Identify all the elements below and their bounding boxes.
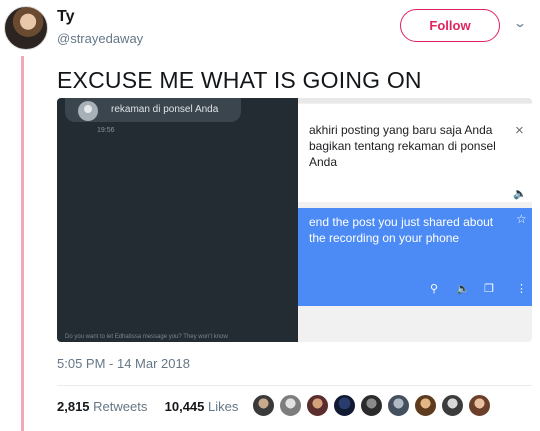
chat-footer-text: Do you want to let Edhatissa message you…	[65, 334, 228, 340]
retweets-label[interactable]: Retweets	[93, 399, 147, 414]
speaker-icon: 🔈	[456, 283, 470, 295]
speaker-icon: 🔈	[513, 188, 527, 200]
avatar[interactable]	[360, 394, 383, 417]
copy-icon: ❐	[484, 283, 494, 295]
avatar[interactable]	[468, 394, 491, 417]
tweet-stats: 2,815 Retweets 10,445 Likes	[57, 399, 238, 414]
avatar[interactable]	[333, 394, 356, 417]
avatar[interactable]	[387, 394, 410, 417]
translate-result-text: end the post you just shared about the r…	[309, 215, 494, 245]
translate-panel: akhiri posting yang baru saja Anda bagik…	[298, 98, 532, 342]
close-icon: ×	[515, 122, 524, 139]
chat-bubble: rekaman di ponsel Anda	[65, 98, 241, 122]
tweet-text: EXCUSE ME WHAT IS GOING ON	[57, 67, 422, 93]
divider	[57, 385, 532, 386]
translate-source-card: akhiri posting yang baru saja Anda bagik…	[298, 104, 532, 202]
translate-top-strip	[298, 98, 532, 103]
star-icon: ☆	[516, 212, 527, 226]
translate-result-card: end the post you just shared about the r…	[298, 208, 532, 306]
translate-actions: ⚲ 🔈 ❐ ⋮	[428, 282, 528, 300]
avatar[interactable]	[4, 6, 48, 50]
user-name[interactable]: Ty	[57, 8, 74, 26]
tweet-timestamp[interactable]: 5:05 PM - 14 Mar 2018	[57, 356, 190, 371]
chevron-down-icon[interactable]: ⌄	[513, 16, 527, 30]
chat-avatar-icon	[78, 101, 98, 121]
more-icon: ⋮	[516, 283, 527, 295]
likes-label[interactable]: Likes	[208, 399, 238, 414]
chat-bubble-text: rekaman di ponsel Anda	[111, 104, 219, 115]
avatar[interactable]	[441, 394, 464, 417]
avatar[interactable]	[306, 394, 329, 417]
chat-screenshot: rekaman di ponsel Anda 19:56 Do you want…	[57, 98, 298, 342]
thread-rail	[21, 56, 24, 431]
chat-time: 19:56	[97, 127, 115, 134]
avatar[interactable]	[279, 394, 302, 417]
follow-button[interactable]: Follow	[400, 9, 500, 42]
translate-source-text: akhiri posting yang baru saja Anda bagik…	[309, 123, 496, 169]
avatar[interactable]	[414, 394, 437, 417]
tweet-media-image[interactable]: rekaman di ponsel Anda 19:56 Do you want…	[57, 98, 532, 342]
user-handle[interactable]: @strayedaway	[57, 31, 143, 46]
retweets-count[interactable]: 2,815	[57, 399, 90, 414]
likes-count[interactable]: 10,445	[165, 399, 205, 414]
avatar[interactable]	[252, 394, 275, 417]
search-icon: ⚲	[430, 283, 439, 295]
